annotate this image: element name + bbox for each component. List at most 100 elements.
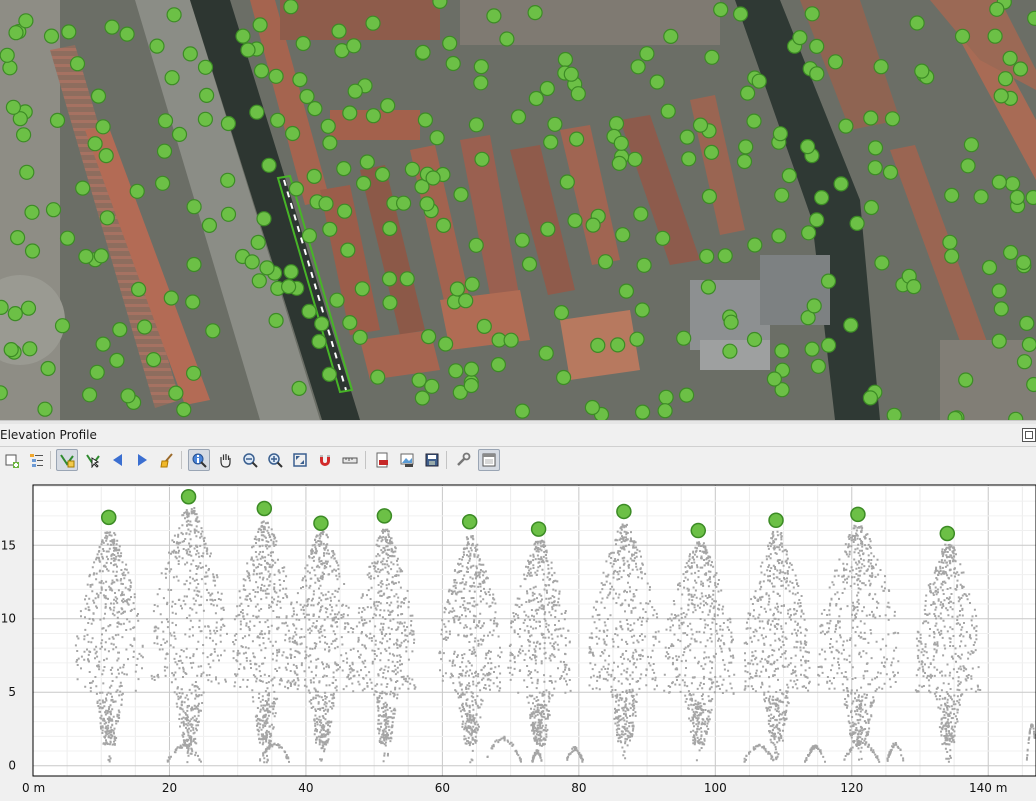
map-tree-marker[interactable]	[618, 283, 635, 299]
map-tree-marker[interactable]	[404, 161, 420, 177]
map-tree-marker[interactable]	[163, 290, 179, 306]
map-tree-marker[interactable]	[993, 88, 1009, 104]
map-tree-marker[interactable]	[352, 329, 368, 345]
map-tree-marker[interactable]	[960, 158, 976, 174]
tree-marker[interactable]	[690, 522, 707, 539]
map-tree-marker[interactable]	[129, 183, 145, 199]
map-tree-marker[interactable]	[991, 174, 1007, 190]
map-tree-marker[interactable]	[813, 190, 830, 206]
map-tree-marker[interactable]	[739, 85, 756, 101]
map-tree-marker[interactable]	[197, 59, 214, 75]
map-tree-marker[interactable]	[171, 126, 188, 142]
map-tree-marker[interactable]	[251, 273, 267, 289]
map-tree-marker[interactable]	[463, 377, 479, 394]
tree-marker[interactable]	[616, 503, 632, 520]
map-tree-marker[interactable]	[827, 54, 844, 70]
map-tree-marker[interactable]	[449, 281, 465, 297]
map-tree-marker[interactable]	[16, 127, 32, 143]
map-tree-marker[interactable]	[249, 104, 265, 120]
snap-button[interactable]	[314, 449, 336, 471]
map-tree-marker[interactable]	[149, 38, 165, 54]
map-tree-marker[interactable]	[435, 217, 452, 233]
map-tree-marker[interactable]	[991, 283, 1007, 299]
map-tree-marker[interactable]	[1004, 176, 1021, 192]
map-tree-marker[interactable]	[993, 301, 1009, 317]
map-tree-marker[interactable]	[301, 303, 317, 319]
map-tree-marker[interactable]	[468, 117, 484, 133]
map-tree-marker[interactable]	[820, 337, 837, 353]
map-tree-marker[interactable]	[608, 115, 625, 132]
map-tree-marker[interactable]	[93, 248, 109, 264]
map-tree-marker[interactable]	[553, 305, 570, 321]
map-tree-marker[interactable]	[288, 181, 304, 197]
map-tree-marker[interactable]	[1019, 315, 1035, 331]
map-tree-marker[interactable]	[429, 130, 445, 146]
map-tree-marker[interactable]	[528, 90, 544, 107]
map-tree-marker[interactable]	[89, 364, 105, 380]
map-tree-marker[interactable]	[514, 403, 531, 419]
map-tree-marker[interactable]	[882, 164, 899, 180]
map-tree-marker[interactable]	[299, 88, 315, 105]
map-tree-marker[interactable]	[268, 68, 284, 84]
map-tree-marker[interactable]	[119, 26, 135, 42]
map-tree-marker[interactable]	[806, 298, 822, 314]
map-tree-marker[interactable]	[639, 46, 655, 62]
map-tree-marker[interactable]	[424, 378, 440, 394]
map-tree-marker[interactable]	[176, 402, 192, 418]
map-tree-marker[interactable]	[873, 59, 889, 75]
map-tree-marker[interactable]	[235, 28, 251, 44]
map-tree-marker[interactable]	[772, 126, 789, 142]
map-tree-marker[interactable]	[973, 189, 989, 205]
map-tree-marker[interactable]	[24, 204, 40, 220]
map-tree-marker[interactable]	[99, 210, 115, 226]
map-tree-marker[interactable]	[906, 279, 922, 295]
map-tree-marker[interactable]	[863, 110, 879, 126]
map-tree-marker[interactable]	[220, 115, 236, 132]
map-tree-marker[interactable]	[365, 15, 381, 31]
tree-marker[interactable]	[313, 515, 329, 531]
map-tree-marker[interactable]	[43, 28, 60, 44]
map-tree-marker[interactable]	[0, 299, 9, 315]
map-tree-marker[interactable]	[804, 6, 820, 22]
identify-button[interactable]	[188, 449, 210, 471]
map-tree-marker[interactable]	[354, 281, 370, 297]
map-tree-marker[interactable]	[374, 166, 391, 182]
map-tree-marker[interactable]	[155, 175, 171, 191]
map-tree-marker[interactable]	[157, 113, 174, 129]
map-tree-marker[interactable]	[838, 118, 854, 134]
map-tree-marker[interactable]	[445, 55, 461, 72]
map-tree-marker[interactable]	[186, 256, 202, 273]
map-tree-marker[interactable]	[559, 174, 575, 190]
map-tree-marker[interactable]	[539, 80, 555, 97]
map-tree-marker[interactable]	[663, 28, 679, 45]
map-tree-marker[interactable]	[886, 407, 902, 420]
map-tree-marker[interactable]	[615, 227, 631, 243]
map-tree-marker[interactable]	[311, 333, 327, 350]
map-tree-marker[interactable]	[109, 352, 125, 368]
export-3d-button[interactable]	[421, 449, 443, 471]
map-tree-marker[interactable]	[867, 160, 883, 176]
map-tree-marker[interactable]	[771, 228, 787, 244]
map-tree-marker[interactable]	[340, 242, 356, 258]
map-tree-marker[interactable]	[704, 49, 720, 65]
map-tree-marker[interactable]	[723, 314, 739, 330]
map-tree-marker[interactable]	[809, 212, 825, 228]
tree-marker[interactable]	[461, 513, 478, 530]
map-tree-marker[interactable]	[448, 363, 464, 379]
profile-plot[interactable]: 0 m 20 40 60 80 100 120 140 m 0 5 10 15	[0, 477, 1036, 798]
map-tree-marker[interactable]	[751, 73, 767, 89]
export-image-button[interactable]	[396, 449, 418, 471]
map-tree-marker[interactable]	[414, 390, 430, 406]
map-tree-marker[interactable]	[543, 134, 559, 150]
zoom-x-button[interactable]	[239, 449, 261, 471]
map-tree-marker[interactable]	[7, 306, 23, 322]
map-tree-marker[interactable]	[570, 86, 586, 102]
map-tree-marker[interactable]	[833, 176, 849, 192]
map-tree-marker[interactable]	[1021, 336, 1036, 353]
map-tree-marker[interactable]	[281, 279, 297, 295]
map-tree-marker[interactable]	[944, 248, 960, 264]
map-tree-marker[interactable]	[584, 399, 601, 416]
map-tree-marker[interactable]	[738, 139, 754, 155]
map-tree-marker[interactable]	[503, 332, 519, 348]
map-tree-marker[interactable]	[10, 230, 26, 246]
